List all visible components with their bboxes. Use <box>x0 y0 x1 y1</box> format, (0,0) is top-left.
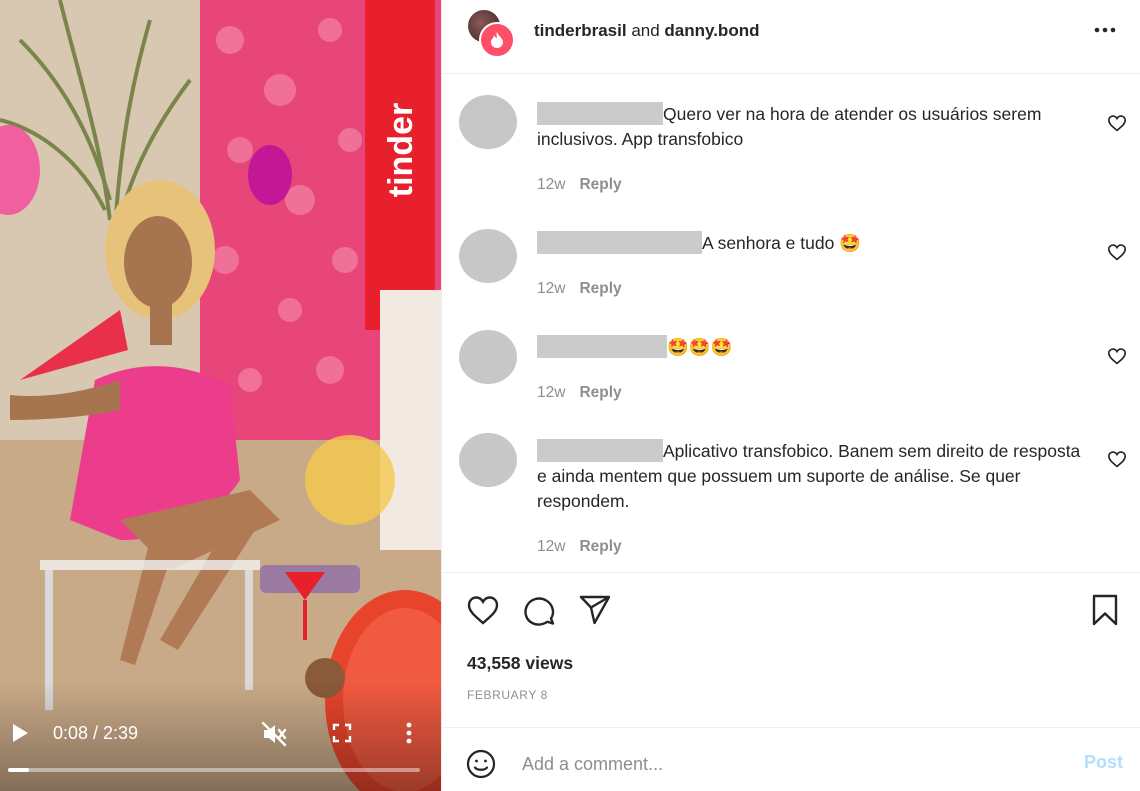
more-horizontal-icon[interactable] <box>1092 20 1118 40</box>
post-date[interactable]: FEBRUARY 8 <box>467 688 548 702</box>
comment-meta: 12w Reply <box>537 176 636 194</box>
comment-text: 🤩🤩🤩 <box>667 337 733 357</box>
collaborator-username[interactable]: danny.bond <box>664 21 759 40</box>
play-icon[interactable] <box>10 722 30 744</box>
video-frame: tinder <box>0 0 441 791</box>
more-vertical-icon[interactable] <box>399 721 419 745</box>
reply-button[interactable]: Reply <box>579 280 621 297</box>
avatar-author <box>479 22 515 58</box>
comment-text-block: 🤩🤩🤩 <box>537 335 1085 360</box>
post-panel: tinderbrasil and danny.bond Quero ver na… <box>441 0 1140 791</box>
fullscreen-icon[interactable] <box>331 722 353 744</box>
reply-button[interactable]: Reply <box>579 176 621 193</box>
post-actions: 43,558 views FEBRUARY 8 <box>442 572 1140 726</box>
commenter-avatar[interactable] <box>459 95 517 149</box>
comment-text-block: A senhora e tudo 🤩 <box>537 231 1085 256</box>
comment-text-block: Quero ver na hora de atender os usuários… <box>537 102 1085 152</box>
share-icon[interactable] <box>578 593 612 627</box>
video-time: 0:08 / 2:39 <box>53 723 139 743</box>
mute-icon[interactable] <box>261 721 287 747</box>
comment-text: A senhora e tudo 🤩 <box>702 233 861 253</box>
heart-icon[interactable] <box>1107 243 1127 261</box>
emoji-icon[interactable] <box>466 749 496 779</box>
redacted-username <box>537 231 702 254</box>
video-progress-bar[interactable] <box>8 768 420 772</box>
bookmark-icon[interactable] <box>1090 593 1120 627</box>
heart-icon[interactable] <box>1107 114 1127 132</box>
author-conjunction: and <box>626 21 665 40</box>
author-username[interactable]: tinderbrasil <box>534 21 627 40</box>
redacted-username <box>537 439 663 462</box>
commenter-avatar[interactable] <box>459 433 517 487</box>
post-authors: tinderbrasil and danny.bond <box>534 20 759 42</box>
post-button[interactable]: Post <box>1084 752 1123 773</box>
comment-age: 12w <box>537 280 566 297</box>
video-progress-fill <box>8 768 29 772</box>
view-count[interactable]: 43,558 views <box>467 653 573 674</box>
video-player[interactable]: tinder 0:08 / 2:39 <box>0 0 441 791</box>
comment-age: 12w <box>537 176 566 193</box>
heart-icon[interactable] <box>1107 347 1127 365</box>
comment-meta: 12w Reply <box>537 280 636 298</box>
comment-age: 12w <box>537 538 566 555</box>
flame-icon <box>491 32 503 48</box>
redacted-username <box>537 102 663 125</box>
comment-icon[interactable] <box>522 593 556 627</box>
comment-text-block: Aplicativo transfobico. Banem sem direit… <box>537 439 1085 514</box>
heart-icon[interactable] <box>466 593 500 627</box>
reply-button[interactable]: Reply <box>579 538 621 555</box>
comment-meta: 12w Reply <box>537 384 636 402</box>
reply-button[interactable]: Reply <box>579 384 621 401</box>
comment-meta: 12w Reply <box>537 538 636 556</box>
commenter-avatar[interactable] <box>459 229 517 283</box>
comment-input[interactable] <box>522 750 1042 778</box>
comments-list[interactable]: Quero ver na hora de atender os usuários… <box>442 75 1140 571</box>
redacted-username <box>537 335 667 358</box>
collab-avatars[interactable] <box>466 8 516 58</box>
heart-icon[interactable] <box>1107 450 1127 468</box>
banner-watermark: tinder <box>382 103 420 197</box>
comment-age: 12w <box>537 384 566 401</box>
post-header: tinderbrasil and danny.bond <box>442 0 1140 74</box>
commenter-avatar[interactable] <box>459 330 517 384</box>
add-comment-bar: Post <box>442 727 1140 791</box>
